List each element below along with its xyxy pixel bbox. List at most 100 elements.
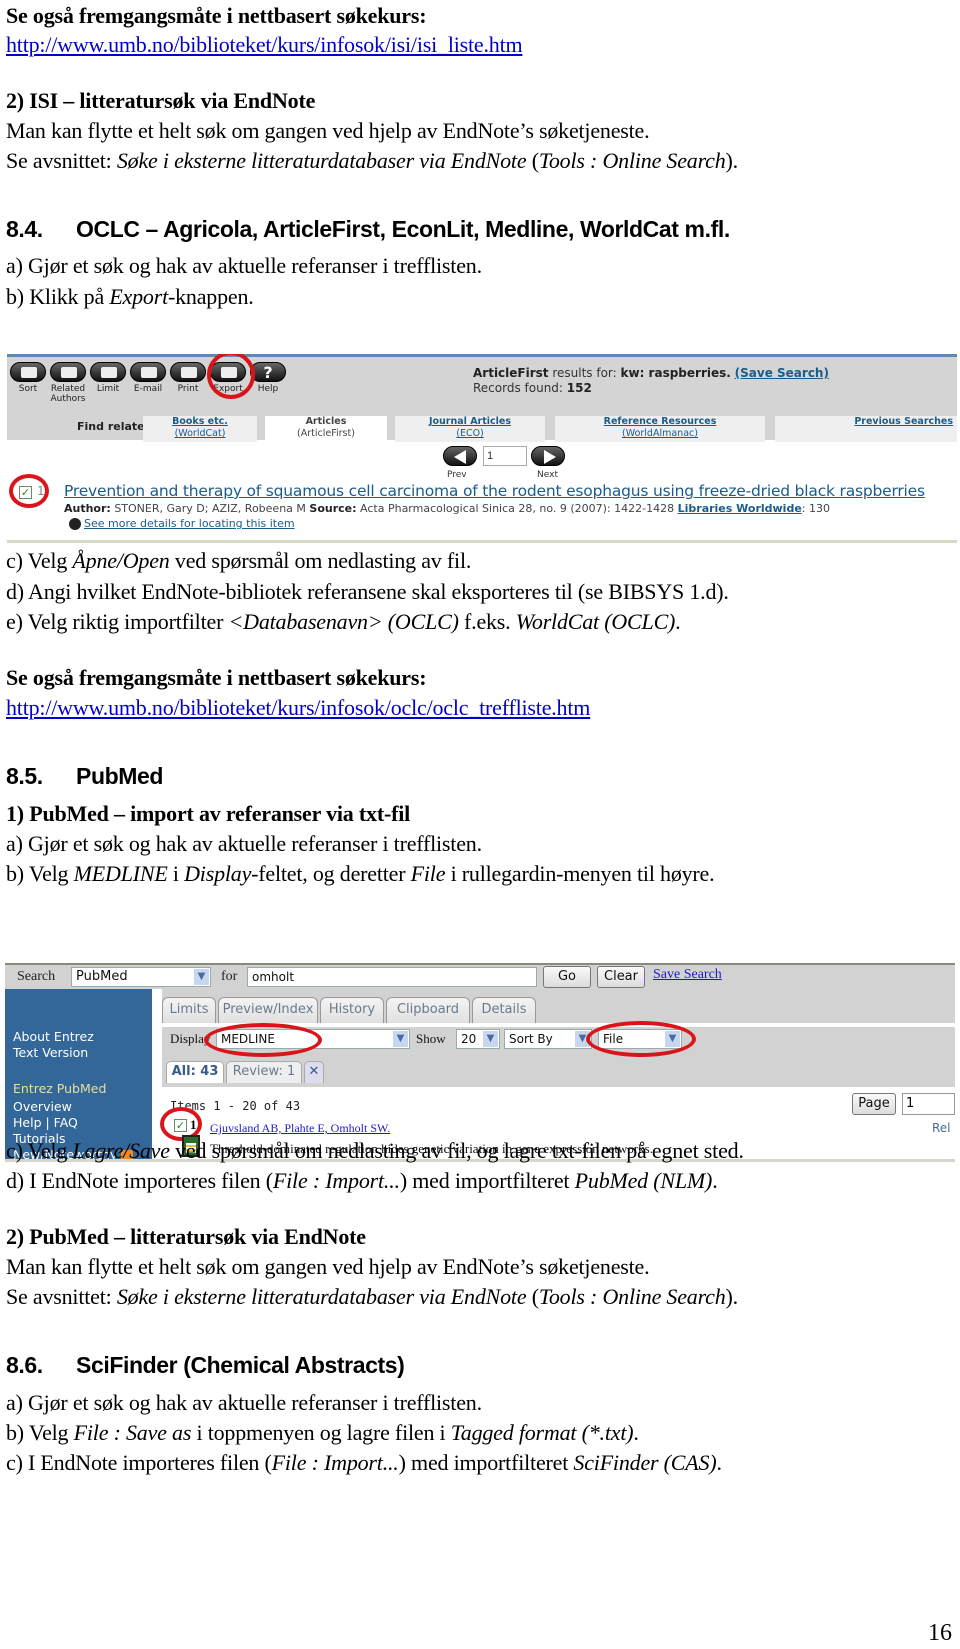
text-italic: File : Import...: [272, 1168, 400, 1193]
text-italic: Tagged format (*.txt): [450, 1420, 634, 1445]
sidebar-about-entrez[interactable]: About Entrez: [13, 1029, 94, 1045]
tab-title: Journal Articles: [428, 416, 512, 427]
sidebar-help-faq[interactable]: Help | FAQ: [13, 1115, 78, 1131]
sidebar-text-version[interactable]: Text Version: [13, 1045, 88, 1061]
oclc-step-b: b) Klikk på Export-knappen.: [6, 284, 254, 310]
text-italic: File : Save as: [73, 1420, 192, 1445]
results-header: ArticleFirst results for: kw: raspberrie…: [473, 366, 829, 396]
show-select[interactable]: 20 ▼: [456, 1029, 500, 1049]
section-title: OCLC – Agricola, ArticleFirst, EconLit, …: [76, 216, 730, 242]
section-heading-pubmed: 8.5. PubMed: [6, 763, 163, 789]
next-button[interactable]: [531, 446, 565, 466]
toolbar-label: E-mail: [133, 384, 163, 394]
related-tab-journal-articles[interactable]: Journal Articles (ECO): [395, 416, 545, 442]
tab-preview-index[interactable]: Preview/Index: [218, 997, 318, 1023]
related-tab-books[interactable]: Books etc. (WorldCat): [143, 416, 257, 442]
related-tab-previous-searches[interactable]: Previous Searches: [775, 416, 957, 442]
tab-history[interactable]: History: [320, 997, 384, 1023]
save-search-link[interactable]: (Save Search): [735, 366, 829, 380]
sidebar-overview[interactable]: Overview: [13, 1099, 72, 1115]
isi-text-line-1: Man kan flytte et helt søk om gangen ved…: [6, 118, 650, 143]
toolbar-label: Help: [257, 384, 279, 394]
prev-button[interactable]: [443, 446, 477, 466]
text: ) med importfilteret: [398, 1450, 574, 1475]
text-italic: File: [410, 861, 446, 886]
text: c) I EndNote importeres filen (: [6, 1450, 272, 1475]
tools-icon[interactable]: ✕: [304, 1061, 324, 1083]
author-label: Author:: [64, 502, 111, 515]
text-italic: File : Import...: [271, 1450, 399, 1475]
toolbar-label: Print: [177, 384, 199, 394]
go-button[interactable]: Go: [543, 966, 591, 988]
text: ved spørsmål om nedlasting av fil.: [169, 548, 472, 573]
toolbar-sort-button[interactable]: Sort: [9, 362, 47, 394]
tab-clipboard[interactable]: Clipboard: [386, 997, 470, 1023]
highlight-circle-file: [586, 1021, 696, 1057]
text-italic: PubMed (NLM): [574, 1168, 713, 1193]
query-value: omholt: [252, 970, 295, 984]
text: -feltet, og deretter: [251, 861, 411, 886]
print-icon: [170, 362, 206, 382]
sort-value: Sort By: [509, 1032, 553, 1046]
highlight-circle-display: [204, 1023, 322, 1057]
related-tab-reference[interactable]: Reference Resources (WorldAlmanac): [555, 416, 765, 442]
highlight-circle-checkbox: [9, 474, 49, 508]
pubmed-step-c: c) Velg Lagre/Save ved spørsmål om nedla…: [6, 1138, 744, 1164]
toolbar-email-button[interactable]: E-mail: [129, 362, 167, 394]
source-value: Acta Pharmacological Sinica 28, no. 9 (2…: [356, 502, 678, 515]
tab-sub: (ArticleFirst): [297, 428, 355, 439]
result-title-link[interactable]: Prevention and therapy of squamous cell …: [64, 482, 925, 500]
oclc-screenshot: Sort Related Authors Limit E-mail Print …: [7, 354, 957, 544]
more-details-label: See more details for locating this item: [84, 517, 295, 530]
section-number: 8.6.: [6, 1352, 43, 1378]
text-italic: Åpne/Open: [72, 548, 170, 573]
subtab-all[interactable]: All: 43: [166, 1061, 224, 1083]
chevron-down-icon: ▼: [483, 1031, 498, 1047]
isi-course-link[interactable]: http://www.umb.no/biblioteket/kurs/infos…: [6, 32, 523, 58]
text: ) med importfilteret: [399, 1168, 575, 1193]
pubmed-screenshot: Search PubMed ▼ for omholt Go Clear Save …: [5, 963, 955, 1163]
subtab-review[interactable]: Review: 1: [226, 1061, 302, 1083]
sidebar-section-entrez-pubmed: Entrez PubMed: [13, 1081, 107, 1096]
pubmed-step-a: a) Gjør et søk og hak av aktuelle refera…: [6, 831, 482, 856]
toolbar-related-authors-button[interactable]: Related Authors: [49, 362, 87, 404]
show-label: Show: [416, 1031, 446, 1046]
result-authors-link[interactable]: Gjuvsland AB, Plahte E, Omholt SW.: [210, 1121, 390, 1136]
text: i: [167, 861, 185, 886]
text: .: [712, 1168, 718, 1193]
records-count: 152: [566, 381, 592, 395]
text: e) Velg riktig importfilter: [6, 609, 229, 634]
database-select[interactable]: PubMed ▼: [71, 967, 211, 987]
sort-select[interactable]: Sort By ▼: [504, 1029, 592, 1049]
text: ved spørsmål om nedlasting av fil, og la…: [169, 1138, 744, 1163]
oclc-course-link[interactable]: http://www.umb.no/biblioteket/kurs/infos…: [6, 695, 590, 721]
show-value: 20: [461, 1032, 477, 1046]
page-number: 16: [928, 1620, 952, 1646]
query-input[interactable]: omholt: [247, 967, 537, 987]
text: b) Velg: [6, 1420, 74, 1445]
see-also-heading-oclc: Se også fremgangsmåte i nettbasert søkek…: [6, 665, 427, 690]
clear-button[interactable]: Clear: [597, 966, 645, 988]
text-italic: WorldCat (OCLC): [515, 609, 676, 634]
text-italic: Søke i eksterne litteraturdatabaser via …: [116, 1284, 527, 1309]
records-label: Records found:: [473, 381, 567, 395]
limit-icon: [90, 362, 126, 382]
toolbar-limit-button[interactable]: Limit: [89, 362, 127, 394]
save-search-link[interactable]: Save Search: [653, 967, 722, 983]
toolbar-print-button[interactable]: Print: [169, 362, 207, 394]
related-tab-articles[interactable]: Articles (ArticleFirst): [265, 416, 387, 442]
toolbar-label: Sort: [18, 384, 38, 394]
page-input[interactable]: [483, 446, 527, 466]
text: c) Velg: [6, 548, 73, 573]
pubmed-sidebar: About Entrez Text Version Entrez PubMed …: [5, 989, 152, 1162]
text: results for:: [548, 366, 621, 380]
tab-limits[interactable]: Limits: [162, 997, 216, 1023]
more-details-link[interactable]: See more details for locating this item: [69, 517, 295, 530]
libraries-worldwide-link[interactable]: Libraries Worldwide: [678, 502, 802, 515]
tab-title: Previous Searches: [854, 416, 953, 427]
text: f.eks.: [458, 609, 516, 634]
pubmed-search-bar: Search PubMed ▼ for omholt Go Clear Save …: [5, 963, 955, 989]
section-heading-scifinder: 8.6. SciFinder (Chemical Abstracts): [6, 1352, 405, 1378]
tab-details[interactable]: Details: [472, 997, 536, 1023]
database-value: PubMed: [76, 969, 128, 984]
